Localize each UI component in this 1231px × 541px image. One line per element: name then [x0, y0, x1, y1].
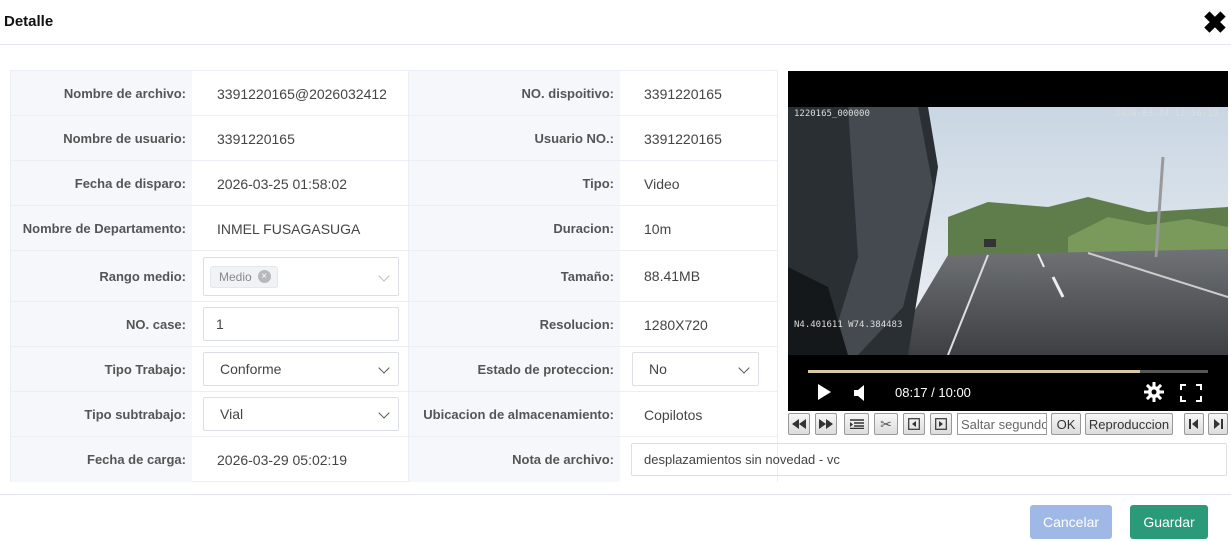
detail-table: Nombre de archivo: 3391220165@2026032412… — [10, 70, 778, 482]
table-row: Tipo subtrabajo: Vial Ubicacion de almac… — [11, 392, 777, 437]
playback-button[interactable]: Reproduccion — [1085, 413, 1173, 435]
table-row: Tipo Trabajo: Conforme Estado de protecc… — [11, 347, 777, 392]
work-type-select[interactable]: Conforme — [203, 352, 399, 386]
size-value: 88.41MB — [644, 268, 701, 284]
protection-select[interactable]: No — [632, 352, 759, 386]
trigger-date-value: 2026-03-25 01:58:02 — [192, 161, 409, 205]
ok-button[interactable]: OK — [1051, 413, 1081, 435]
work-type-value: Conforme — [220, 361, 282, 377]
gear-icon[interactable] — [1144, 382, 1164, 402]
progress-bar[interactable] — [808, 370, 1208, 373]
osd-gps: N4.401611 W74.384483 — [794, 320, 903, 330]
prev-frame-icon[interactable] — [903, 413, 925, 435]
device-no-label: NO. dispoitivo: — [409, 71, 620, 115]
work-subtype-value: Vial — [220, 406, 244, 422]
playback-toolbar: ✂ Saltar segundo OK Reproduccion — [788, 412, 1228, 436]
osd-device-id: 1220165_000000 — [794, 109, 870, 119]
work-subtype-label: Tipo subtrabajo: — [11, 392, 192, 436]
list-icon[interactable] — [844, 413, 869, 435]
skip-start-icon[interactable] — [1184, 413, 1204, 435]
mid-range-cell: Medio × — [192, 251, 409, 301]
volume-icon[interactable] — [854, 385, 868, 401]
rewind-icon[interactable] — [788, 413, 810, 435]
device-no-value: 3391220165 — [644, 86, 722, 102]
chevron-down-icon — [378, 362, 390, 374]
fullscreen-icon[interactable] — [1180, 384, 1202, 402]
work-type-label: Tipo Trabajo: — [11, 347, 192, 391]
dialog-header: Detalle ✖ — [0, 0, 1231, 45]
case-no-input[interactable]: 1 — [203, 307, 399, 341]
dashcam-scene — [788, 107, 1228, 355]
mid-range-select[interactable]: Medio × — [203, 257, 399, 296]
case-no-cell: 1 — [192, 302, 409, 346]
work-subtype-select[interactable]: Vial — [203, 397, 399, 431]
duration-value: 10m — [644, 221, 672, 237]
file-name-value: 3391220165@2026032412 — [192, 71, 409, 115]
storage-value: Copilotos — [644, 407, 703, 423]
work-type-cell: Conforme — [192, 347, 409, 391]
mid-range-tag: Medio × — [210, 265, 278, 288]
work-subtype-cell: Vial — [192, 392, 409, 436]
video-frame: 1220165_000000 2026-03-24 12:56:19 N4.40… — [788, 107, 1228, 355]
mid-range-label: Rango medio: — [11, 251, 192, 301]
time-display: 08:17 / 10:00 — [895, 385, 971, 400]
department-value: INMEL FUSAGASUGA — [192, 206, 409, 250]
close-icon[interactable]: ✖ — [1201, 9, 1229, 39]
file-note-input[interactable]: desplazamientos sin novedad - vc — [631, 443, 1227, 476]
fast-forward-icon[interactable] — [815, 413, 837, 435]
type-label: Tipo: — [409, 161, 620, 205]
trigger-date-label: Fecha de disparo: — [11, 161, 192, 205]
protection-label: Estado de proteccion: — [409, 347, 620, 391]
save-button[interactable]: Guardar — [1130, 505, 1208, 539]
file-name-label: Nombre de archivo: — [11, 71, 192, 115]
storage-label: Ubicacion de almacenamiento: — [409, 392, 620, 436]
protection-cell: No — [620, 347, 777, 391]
osd-timestamp: 2026-03-24 12:56:19 — [1115, 109, 1218, 119]
chevron-down-icon — [378, 270, 390, 282]
video-player[interactable]: 1220165_000000 2026-03-24 12:56:19 N4.40… — [788, 71, 1228, 411]
protection-value: No — [649, 361, 667, 377]
user-name-label: Nombre de usuario: — [11, 116, 192, 160]
table-row: Nombre de archivo: 3391220165@2026032412… — [11, 71, 777, 116]
size-label: Tamaño: — [409, 251, 620, 301]
skip-end-icon[interactable] — [1208, 413, 1228, 435]
user-no-label: Usuario NO.: — [409, 116, 620, 160]
type-value: Video — [644, 176, 680, 192]
detail-dialog: Detalle ✖ Nombre de archivo: 3391220165@… — [0, 0, 1231, 541]
dialog-title: Detalle — [4, 13, 54, 30]
case-no-label: NO. case: — [11, 302, 192, 346]
upload-date-value: 2026-03-29 05:02:19 — [192, 437, 409, 482]
table-row: Nombre de usuario: 3391220165 Usuario NO… — [11, 116, 777, 161]
duration-label: Duracion: — [409, 206, 620, 250]
table-row: Nombre de Departamento: INMEL FUSAGASUGA… — [11, 206, 777, 251]
progress-fill — [808, 370, 1140, 373]
scissors-icon[interactable]: ✂ — [874, 413, 898, 435]
table-row: NO. case: 1 Resolucion: 1280X720 — [11, 302, 777, 347]
user-name-value: 3391220165 — [192, 116, 409, 160]
mid-range-tag-label: Medio — [219, 269, 252, 284]
resolution-label: Resolucion: — [409, 302, 620, 346]
next-frame-icon[interactable] — [930, 413, 952, 435]
department-label: Nombre de Departamento: — [11, 206, 192, 250]
file-note-label: Nota de archivo: — [409, 437, 620, 482]
resolution-value: 1280X720 — [644, 317, 708, 333]
upload-date-label: Fecha de carga: — [11, 437, 192, 482]
table-row: Fecha de disparo: 2026-03-25 01:58:02 Ti… — [11, 161, 777, 206]
table-row: Rango medio: Medio × Tamaño: 88.41MB — [11, 251, 777, 302]
user-no-value: 3391220165 — [644, 131, 722, 147]
chevron-down-icon — [378, 407, 390, 419]
chevron-down-icon — [738, 362, 750, 374]
play-icon[interactable] — [818, 384, 831, 400]
seek-seconds-input[interactable]: Saltar segundo — [957, 413, 1047, 435]
cancel-button[interactable]: Cancelar — [1030, 505, 1112, 539]
tag-remove-icon[interactable]: × — [257, 270, 271, 283]
